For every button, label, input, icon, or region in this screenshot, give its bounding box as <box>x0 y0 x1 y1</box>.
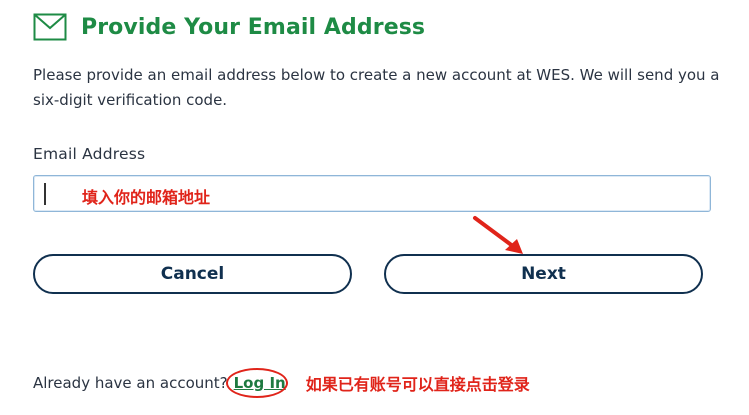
account-prompt: Already have an account? <box>33 374 228 392</box>
email-field[interactable]: 填入你的邮箱地址 <box>33 175 711 212</box>
next-button[interactable]: Next <box>384 254 703 294</box>
login-annotation: 如果已有账号可以直接点击登录 <box>305 375 530 394</box>
login-footer: Already have an account? Log In 如果已有账号可以… <box>33 368 530 398</box>
annotation-circle <box>225 368 288 398</box>
text-caret <box>44 183 46 205</box>
email-field-label: Email Address <box>33 145 146 163</box>
annotation-arrow <box>473 216 523 254</box>
mail-icon <box>33 13 67 41</box>
description-text: Please provide an email address below to… <box>33 66 720 109</box>
page-title: Provide Your Email Address <box>81 14 426 40</box>
cancel-button[interactable]: Cancel <box>33 254 352 294</box>
page-header: Provide Your Email Address <box>33 13 425 41</box>
email-annotation: 填入你的邮箱地址 <box>82 188 211 207</box>
login-link-wrapper: Log In <box>225 368 288 398</box>
